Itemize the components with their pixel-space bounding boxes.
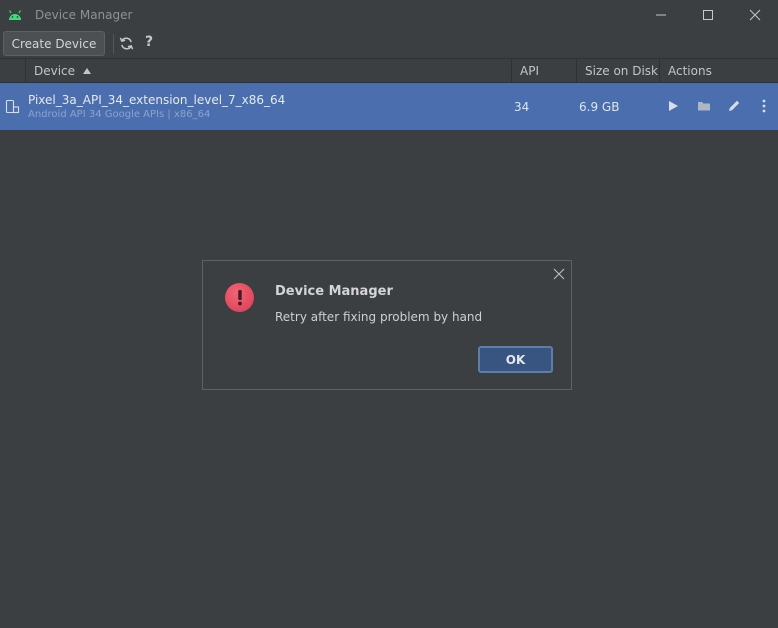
minimize-icon — [656, 14, 666, 16]
column-header-type[interactable] — [0, 59, 25, 82]
device-api: 34 — [514, 100, 530, 114]
column-header-device[interactable]: Device — [25, 59, 511, 82]
more-actions-button[interactable] — [756, 98, 772, 114]
help-button[interactable]: ? — [145, 34, 153, 50]
refresh-icon[interactable] — [119, 36, 134, 51]
close-icon — [749, 9, 761, 21]
column-header-actions[interactable]: Actions — [659, 59, 778, 82]
edit-button[interactable] — [726, 98, 742, 114]
device-subtitle: Android API 34 Google APIs | x86_64 — [28, 109, 211, 120]
table-row[interactable]: Pixel_3a_API_34_extension_level_7_x86_64… — [0, 83, 778, 130]
error-icon — [225, 283, 254, 312]
device-name: Pixel_3a_API_34_extension_level_7_x86_64 — [28, 93, 286, 107]
column-header-api[interactable]: API — [511, 59, 576, 82]
column-header-size[interactable]: Size on Disk — [576, 59, 659, 82]
close-window-button[interactable] — [732, 0, 778, 30]
window-title: Device Manager — [35, 8, 133, 22]
toolbar-separator — [113, 34, 114, 54]
folder-icon — [698, 102, 710, 111]
maximize-button[interactable] — [685, 0, 731, 30]
dialog-close-icon[interactable] — [552, 267, 566, 281]
toolbar: Create Device ? — [0, 30, 778, 58]
column-header-size-label: Size on Disk — [585, 63, 658, 78]
android-icon — [8, 10, 22, 20]
phone-device-icon — [5, 99, 20, 114]
dialog-message: Retry after fixing problem by hand — [275, 310, 483, 324]
column-header-actions-label: Actions — [668, 63, 712, 78]
sort-ascending-icon — [83, 67, 92, 74]
maximize-icon — [703, 10, 713, 20]
play-icon — [669, 101, 678, 111]
dialog-title: Device Manager — [275, 284, 393, 299]
title-bar: Device Manager — [0, 0, 778, 30]
column-header-api-label: API — [520, 63, 539, 78]
launch-button[interactable] — [665, 98, 681, 114]
minimize-button[interactable] — [638, 0, 684, 30]
device-size: 6.9 GB — [579, 100, 620, 114]
more-icon — [762, 99, 766, 113]
column-header-device-label: Device — [34, 63, 76, 78]
edit-icon — [729, 100, 740, 111]
ok-button[interactable]: OK — [478, 346, 553, 373]
error-dialog: Device Manager Retry after fixing proble… — [202, 260, 572, 390]
table-header: Device API Size on Disk Actions — [0, 58, 778, 83]
show-on-disk-button[interactable] — [696, 98, 712, 114]
create-device-button[interactable]: Create Device — [3, 31, 105, 56]
